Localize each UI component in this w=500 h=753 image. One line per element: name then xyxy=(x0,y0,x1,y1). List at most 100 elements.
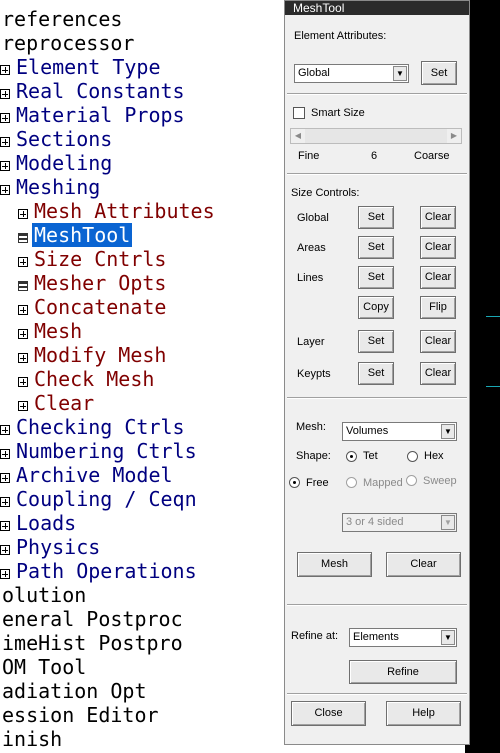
slider-left-arrow-icon[interactable]: ◀ xyxy=(291,129,305,143)
tree-item[interactable]: eneral Postproc xyxy=(0,607,185,631)
free-radio[interactable] xyxy=(289,477,300,488)
expand-icon[interactable] xyxy=(0,424,10,435)
expand-icon[interactable] xyxy=(0,568,10,579)
expand-icon[interactable] xyxy=(18,328,28,339)
meshtool-dialog: MeshTool Element Attributes: Global ▼ Se… xyxy=(284,0,470,745)
tree-item[interactable]: Mesh Attributes xyxy=(18,199,217,223)
expand-icon[interactable] xyxy=(0,64,10,75)
tree-item-label: Sections xyxy=(16,127,113,151)
size-control-clear-button[interactable]: Clear xyxy=(420,236,456,259)
tree-item[interactable]: Concatenate xyxy=(18,295,168,319)
dialog-titlebar[interactable]: MeshTool xyxy=(285,1,469,15)
shape-label: Shape: xyxy=(296,450,331,462)
hex-radio[interactable] xyxy=(407,451,418,462)
mesh-entity-value: Volumes xyxy=(346,425,389,437)
tree-item-label: inish xyxy=(2,727,63,751)
expand-icon[interactable] xyxy=(18,400,28,411)
chevron-down-icon[interactable]: ▼ xyxy=(441,515,455,530)
expand-icon[interactable] xyxy=(0,472,10,483)
size-control-label: Keypts xyxy=(297,368,331,380)
tree-item[interactable]: references xyxy=(0,7,124,31)
tree-item[interactable]: imeHist Postpro xyxy=(0,631,185,655)
size-control-clear-button[interactable]: Clear xyxy=(420,330,456,353)
tree-item[interactable]: Modify Mesh xyxy=(18,343,168,367)
tree-item[interactable]: reprocessor xyxy=(0,31,136,55)
tree-item[interactable]: Sections xyxy=(0,127,114,151)
tet-radio[interactable] xyxy=(346,451,357,462)
element-attributes-value: Global xyxy=(298,67,330,79)
tree-item[interactable]: Size Cntrls xyxy=(18,247,168,271)
element-attributes-set-button[interactable]: Set xyxy=(421,61,457,85)
tree-item[interactable]: Material Props xyxy=(0,103,187,127)
size-control-set-button[interactable]: Set xyxy=(358,362,394,385)
refine-button[interactable]: Refine xyxy=(349,660,457,684)
size-control-set-button[interactable]: Copy xyxy=(358,296,394,319)
tree-item[interactable]: Numbering Ctrls xyxy=(0,439,199,463)
tree-item[interactable]: Checking Ctrls xyxy=(0,415,187,439)
chevron-down-icon[interactable]: ▼ xyxy=(393,66,407,81)
size-control-clear-button[interactable]: Flip xyxy=(420,296,456,319)
element-attributes-select[interactable]: Global ▼ xyxy=(294,64,409,83)
tree-item[interactable]: Meshing xyxy=(0,175,102,199)
tree-item[interactable]: Loads xyxy=(0,511,78,535)
size-control-set-button[interactable]: Set xyxy=(358,236,394,259)
expand-icon[interactable] xyxy=(0,88,10,99)
close-button[interactable]: Close xyxy=(291,701,366,726)
tree-item[interactable]: Path Operations xyxy=(0,559,199,583)
teal-line xyxy=(486,386,500,387)
smart-size-checkbox[interactable] xyxy=(293,107,305,119)
expand-icon[interactable] xyxy=(0,184,10,195)
mesh-entity-select[interactable]: Volumes ▼ xyxy=(342,422,457,441)
expand-icon[interactable] xyxy=(18,304,28,315)
hex-label: Hex xyxy=(424,450,444,462)
sweep-radio[interactable] xyxy=(406,475,417,486)
chevron-down-icon[interactable]: ▼ xyxy=(441,424,455,439)
size-control-clear-button[interactable]: Clear xyxy=(420,266,456,289)
tree-item[interactable]: Coupling / Ceqn xyxy=(0,487,199,511)
expand-icon[interactable] xyxy=(0,496,10,507)
expand-icon[interactable] xyxy=(18,352,28,363)
sided-select[interactable]: 3 or 4 sided ▼ xyxy=(342,513,457,532)
tree-item[interactable]: Mesh xyxy=(18,319,84,343)
expand-icon[interactable] xyxy=(0,136,10,147)
expand-icon[interactable] xyxy=(0,544,10,555)
tree-item[interactable]: Check Mesh xyxy=(18,367,156,391)
size-control-clear-button[interactable]: Clear xyxy=(420,206,456,229)
tree-item[interactable]: Mesher Opts xyxy=(18,271,168,295)
tree-item[interactable]: Clear xyxy=(18,391,96,415)
tree-item[interactable]: Modeling xyxy=(0,151,114,175)
smart-size-slider[interactable]: ◀ ▶ xyxy=(290,128,462,144)
expand-icon[interactable] xyxy=(0,520,10,531)
mesh-button[interactable]: Mesh xyxy=(297,552,372,577)
expand-icon[interactable] xyxy=(18,376,28,387)
expand-icon[interactable] xyxy=(18,256,28,267)
expand-icon[interactable] xyxy=(0,448,10,459)
size-control-set-button[interactable]: Set xyxy=(358,206,394,229)
mesh-clear-button[interactable]: Clear xyxy=(386,552,461,577)
tool-window-icon xyxy=(18,280,28,291)
expand-icon[interactable] xyxy=(0,112,10,123)
slider-right-arrow-icon[interactable]: ▶ xyxy=(447,129,461,143)
teal-line xyxy=(486,316,500,317)
size-control-set-button[interactable]: Set xyxy=(358,330,394,353)
tree-item-label: Physics xyxy=(16,535,101,559)
tree-item[interactable]: Physics xyxy=(0,535,102,559)
tree-item-label: Mesh xyxy=(34,319,83,343)
tree-item[interactable]: inish xyxy=(0,727,64,751)
tree-item[interactable]: MeshTool xyxy=(18,223,133,247)
expand-icon[interactable] xyxy=(18,208,28,219)
tree-item[interactable]: Archive Model xyxy=(0,463,175,487)
help-button[interactable]: Help xyxy=(386,701,461,726)
refine-at-select[interactable]: Elements ▼ xyxy=(349,628,457,647)
tree-item[interactable]: Element Type xyxy=(0,55,163,79)
tree-item[interactable]: adiation Opt xyxy=(0,679,149,703)
tree-item[interactable]: OM Tool xyxy=(0,655,88,679)
mapped-radio[interactable] xyxy=(346,477,357,488)
tree-item[interactable]: Real Constants xyxy=(0,79,187,103)
tree-item[interactable]: olution xyxy=(0,583,88,607)
size-control-clear-button[interactable]: Clear xyxy=(420,362,456,385)
chevron-down-icon[interactable]: ▼ xyxy=(441,630,455,645)
expand-icon[interactable] xyxy=(0,160,10,171)
size-control-set-button[interactable]: Set xyxy=(358,266,394,289)
tree-item[interactable]: ession Editor xyxy=(0,703,161,727)
